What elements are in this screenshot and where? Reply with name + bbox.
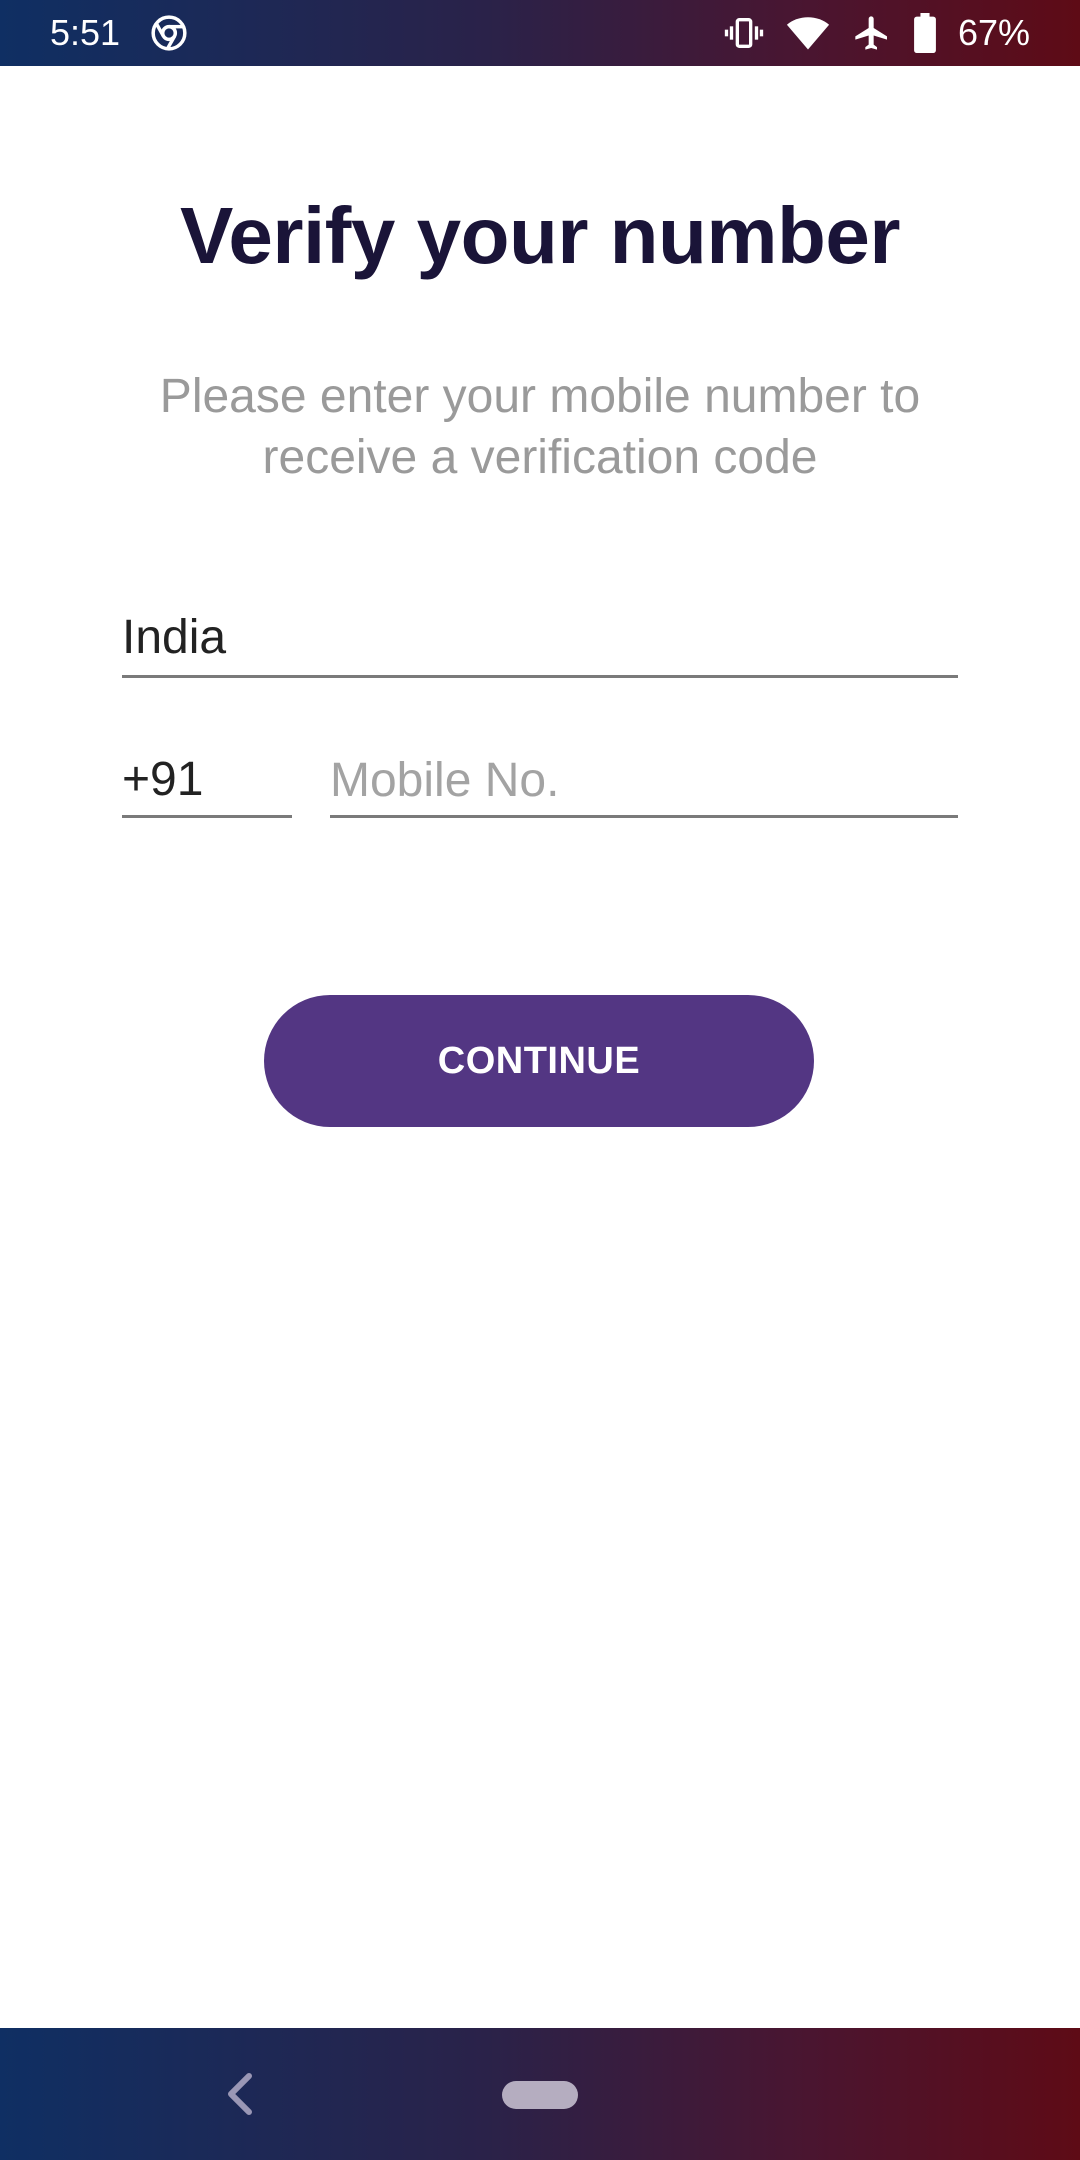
home-pill[interactable] xyxy=(502,2081,578,2109)
chrome-icon xyxy=(151,15,187,51)
country-code-field[interactable]: +91 xyxy=(122,740,292,818)
back-icon[interactable] xyxy=(222,2070,258,2118)
battery-percent: 67% xyxy=(957,12,1030,53)
airplane-icon xyxy=(855,16,887,50)
mobile-number-field xyxy=(330,740,958,818)
country-selector[interactable]: India xyxy=(122,600,958,678)
country-code-value: +91 xyxy=(122,753,204,806)
status-time: 5:51 xyxy=(50,12,121,53)
country-value: India xyxy=(122,611,227,664)
continue-button[interactable]: CONTINUE xyxy=(264,995,814,1127)
mobile-number-input[interactable] xyxy=(330,750,958,810)
navigation-bar xyxy=(0,2028,1080,2160)
status-bar: 5:51 67% xyxy=(0,0,1080,66)
page-title: Verify your number xyxy=(179,191,901,280)
battery-icon xyxy=(914,13,936,53)
page-subtitle: Please enter your mobile number to recei… xyxy=(159,370,921,484)
wifi-icon xyxy=(786,17,830,50)
vibrate-icon xyxy=(724,18,764,48)
